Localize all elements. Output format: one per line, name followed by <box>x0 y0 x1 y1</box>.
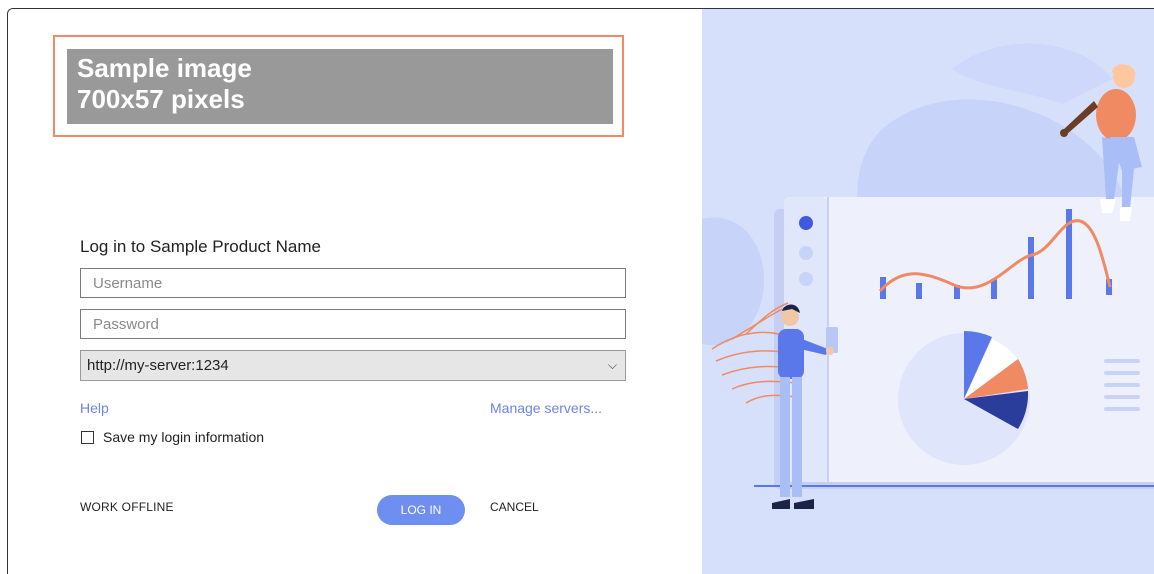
logo-frame: Sample image 700x57 pixels <box>53 35 624 137</box>
logo-text-line1: Sample image <box>77 53 252 83</box>
logo-placeholder-image: Sample image 700x57 pixels <box>67 49 613 124</box>
dashboard-illustration <box>702 43 1154 509</box>
list-line <box>1104 383 1140 387</box>
chevron-down-icon[interactable]: ⌵ <box>608 351 617 380</box>
illustration-pane <box>702 9 1154 574</box>
dashboard-dot-active <box>799 216 813 230</box>
list-line <box>1104 395 1140 399</box>
login-window: Sample image 700x57 pixels Log in to Sam… <box>7 8 1154 574</box>
bar <box>1028 237 1034 299</box>
save-login-label: Save my login information <box>103 429 265 445</box>
login-button[interactable]: LOG IN <box>377 495 465 525</box>
logo-text-line2: 700x57 pixels <box>77 84 245 114</box>
list-line <box>1104 359 1140 363</box>
save-login-checkbox[interactable] <box>81 430 94 444</box>
login-pane: Sample image 700x57 pixels Log in to Sam… <box>8 9 702 574</box>
server-select[interactable]: http://my-server:1234 ⌵ <box>80 350 626 381</box>
dashboard-dot <box>799 272 813 286</box>
bar <box>916 283 922 299</box>
list-line <box>1104 371 1140 375</box>
manage-servers-link[interactable]: Manage servers... <box>490 400 602 416</box>
dashboard-dot <box>799 246 813 260</box>
username-input[interactable] <box>80 268 626 298</box>
login-title: Log in to Sample Product Name <box>80 237 321 256</box>
list-line <box>1104 407 1140 411</box>
help-link[interactable]: Help <box>80 400 109 416</box>
save-login-option[interactable]: Save my login information <box>81 428 264 446</box>
work-offline-button[interactable]: WORK OFFLINE <box>80 500 174 514</box>
password-input[interactable] <box>80 309 626 339</box>
background-blob-top <box>952 43 1112 104</box>
server-select-value: http://my-server:1234 <box>87 357 229 374</box>
cancel-button[interactable]: CANCEL <box>490 500 539 514</box>
